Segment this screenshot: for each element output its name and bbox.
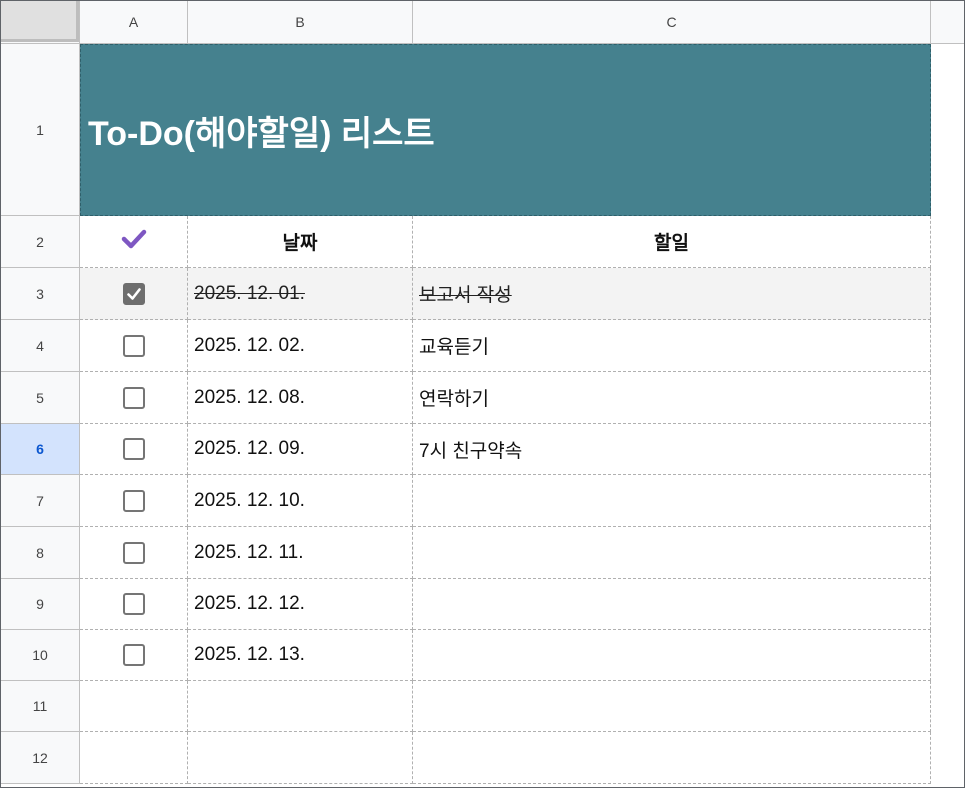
task-cell[interactable]: [413, 681, 931, 732]
checkbox-cell[interactable]: [80, 681, 188, 732]
row-header-label: 4: [36, 337, 44, 354]
task-cell[interactable]: 7시 친구약속: [413, 424, 931, 475]
checkbox-checked[interactable]: [122, 282, 145, 305]
row-header-label: 9: [36, 596, 44, 612]
checkbox-cell[interactable]: [80, 732, 188, 784]
column-header-label: A: [128, 14, 139, 30]
task-text: 연락하기: [419, 389, 489, 410]
date-text: 2025. 12. 01.: [194, 282, 305, 304]
row-header-label: 11: [32, 698, 48, 714]
checkbox-unchecked[interactable]: [122, 438, 145, 460]
checkbox-cell[interactable]: [80, 372, 188, 424]
spreadsheet-grid: A B C 1 2 3 4 5 6 7 8 9 10 11 12 To-Do(해야할일) 리스트 날짜…: [0, 0, 965, 788]
date-text: 2025. 12. 12.: [194, 593, 305, 614]
checkbox-unchecked[interactable]: [122, 541, 145, 564]
row-header-9[interactable]: 9: [1, 579, 80, 630]
grid-gutter: [931, 44, 964, 787]
column-header-b[interactable]: B: [188, 1, 413, 44]
date-cell[interactable]: 2025. 12. 02.: [188, 320, 413, 372]
row-header-8[interactable]: 8: [1, 527, 80, 579]
date-text: 2025. 12. 11.: [194, 541, 304, 563]
title-cell[interactable]: To-Do(해야할일) 리스트: [80, 44, 931, 216]
header-date-cell[interactable]: 날짜: [188, 216, 413, 268]
header-check-cell[interactable]: [80, 216, 188, 268]
date-cell[interactable]: 2025. 12. 13.: [188, 630, 413, 681]
row-header-2[interactable]: 2: [1, 216, 80, 268]
row-header-label: 6: [36, 441, 44, 457]
task-cell[interactable]: [413, 732, 931, 784]
date-cell[interactable]: [188, 681, 413, 732]
row-header-5[interactable]: 5: [1, 372, 80, 424]
column-header-filler: [931, 1, 964, 44]
date-cell[interactable]: [188, 732, 413, 784]
row-header-10[interactable]: 10: [1, 630, 80, 681]
date-text: 2025. 12. 13.: [194, 644, 305, 665]
row-header-label: 3: [36, 285, 44, 302]
task-cell[interactable]: [413, 475, 931, 527]
row-header-label: 1: [36, 121, 44, 138]
task-cell[interactable]: 연락하기: [413, 372, 931, 424]
row-header-label: 2: [36, 233, 44, 250]
checkbox-cell[interactable]: [80, 268, 188, 320]
checkbox-unchecked[interactable]: [122, 644, 145, 666]
column-header-label: C: [666, 14, 677, 30]
date-cell[interactable]: 2025. 12. 08.: [188, 372, 413, 424]
date-cell[interactable]: 2025. 12. 12.: [188, 579, 413, 630]
date-text: 2025. 12. 09.: [194, 438, 305, 459]
row-header-label: 10: [32, 647, 48, 663]
checkbox-cell[interactable]: [80, 630, 188, 681]
column-header-a[interactable]: A: [80, 1, 188, 44]
task-cell[interactable]: 보고서 작성: [413, 268, 931, 320]
checkbox-unchecked[interactable]: [122, 489, 145, 512]
row-header-label: 5: [36, 389, 44, 406]
date-text: 2025. 12. 10.: [194, 489, 305, 511]
date-text: 2025. 12. 08.: [194, 386, 305, 408]
page-title: To-Do(해야할일) 리스트: [88, 114, 435, 153]
row-header-7[interactable]: 7: [1, 475, 80, 527]
task-text: 보고서 작성: [419, 285, 512, 306]
checkbox-unchecked[interactable]: [122, 334, 145, 357]
checkbox-unchecked[interactable]: [122, 593, 145, 615]
header-date-label: 날짜: [282, 233, 318, 254]
column-header-c[interactable]: C: [413, 1, 931, 44]
check-icon: [121, 228, 147, 256]
header-task-cell[interactable]: 할일: [413, 216, 931, 268]
checkbox-cell[interactable]: [80, 320, 188, 372]
row-header-label: 12: [32, 749, 48, 766]
select-all-corner[interactable]: [1, 1, 80, 44]
row-header-6[interactable]: 6: [1, 424, 80, 475]
task-text: 교육듣기: [419, 337, 489, 358]
date-cell[interactable]: 2025. 12. 01.: [188, 268, 413, 320]
date-cell[interactable]: 2025. 12. 09.: [188, 424, 413, 475]
date-cell[interactable]: 2025. 12. 11.: [188, 527, 413, 579]
checkbox-cell[interactable]: [80, 579, 188, 630]
checkbox-cell[interactable]: [80, 527, 188, 579]
row-header-11[interactable]: 11: [1, 681, 80, 732]
checkbox-cell[interactable]: [80, 475, 188, 527]
row-header-12[interactable]: 12: [1, 732, 80, 784]
header-task-label: 할일: [654, 233, 689, 254]
task-cell[interactable]: [413, 579, 931, 630]
checkbox-cell[interactable]: [80, 424, 188, 475]
row-header-label: 7: [36, 492, 44, 509]
task-cell[interactable]: [413, 527, 931, 579]
checkbox-unchecked[interactable]: [122, 386, 145, 409]
task-text: 7시 친구약속: [419, 440, 523, 462]
column-header-label: B: [295, 14, 305, 30]
date-cell[interactable]: 2025. 12. 10.: [188, 475, 413, 527]
row-header-4[interactable]: 4: [1, 320, 80, 372]
row-header-label: 8: [36, 544, 44, 561]
row-header-3[interactable]: 3: [1, 268, 80, 320]
date-text: 2025. 12. 02.: [194, 334, 305, 356]
checkmark-icon: [126, 287, 141, 300]
row-header-1[interactable]: 1: [1, 44, 80, 216]
corner-tab[interactable]: [1, 1, 79, 42]
task-cell[interactable]: 교육듣기: [413, 320, 931, 372]
task-cell[interactable]: [413, 630, 931, 681]
